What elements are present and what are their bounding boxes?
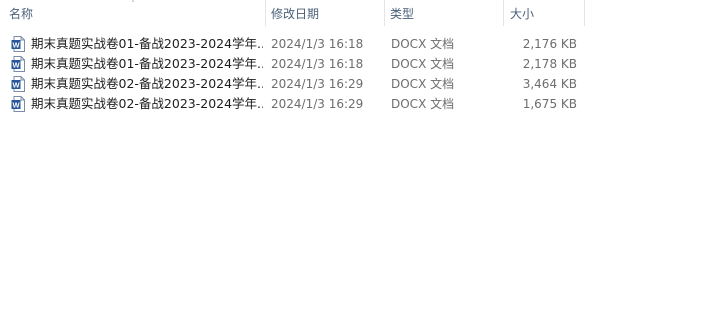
- column-header-modified[interactable]: 修改日期: [262, 0, 384, 28]
- column-header-size-label: 大小: [510, 7, 535, 21]
- file-modified: 2024/1/3 16:18: [271, 37, 364, 51]
- word-doc-icon: W: [11, 36, 25, 52]
- column-header-type-label: 类型: [390, 7, 415, 21]
- file-row[interactable]: W 期末真题实战卷02-备战2023-2024学年... 2024/1/3 16…: [0, 74, 716, 94]
- svg-text:W: W: [12, 40, 20, 49]
- file-list: W 期末真题实战卷01-备战2023-2024学年... 2024/1/3 16…: [0, 34, 716, 114]
- sort-ascending-icon: ˄: [131, 0, 135, 8]
- svg-text:W: W: [12, 80, 20, 89]
- file-size: 2,178 KB: [522, 57, 577, 71]
- file-modified: 2024/1/3 16:29: [271, 77, 364, 91]
- file-name: 期末真题实战卷01-备战2023-2024学年...: [31, 56, 263, 71]
- file-row[interactable]: W 期末真题实战卷01-备战2023-2024学年... 2024/1/3 16…: [0, 34, 716, 54]
- file-type: DOCX 文档: [391, 57, 455, 71]
- column-header-type[interactable]: 类型: [381, 0, 503, 28]
- column-header-size[interactable]: 大小: [501, 0, 585, 28]
- column-divider[interactable]: [584, 0, 585, 26]
- file-name: 期末真题实战卷02-备战2023-2024学年...: [31, 96, 263, 111]
- file-size: 1,675 KB: [522, 97, 577, 111]
- file-size: 2,176 KB: [522, 37, 577, 51]
- file-name: 期末真题实战卷01-备战2023-2024学年...: [31, 36, 263, 51]
- column-header-name-label: 名称: [9, 7, 34, 21]
- file-row[interactable]: W 期末真题实战卷02-备战2023-2024学年... 2024/1/3 16…: [0, 94, 716, 114]
- file-row[interactable]: W 期末真题实战卷01-备战2023-2024学年... 2024/1/3 16…: [0, 54, 716, 74]
- file-type: DOCX 文档: [391, 37, 455, 51]
- file-type: DOCX 文档: [391, 77, 455, 91]
- file-size: 3,464 KB: [522, 77, 577, 91]
- file-modified: 2024/1/3 16:29: [271, 97, 364, 111]
- word-doc-icon: W: [11, 96, 25, 112]
- column-header-modified-label: 修改日期: [271, 7, 320, 21]
- svg-text:W: W: [12, 100, 20, 109]
- svg-text:W: W: [12, 60, 20, 69]
- file-type: DOCX 文档: [391, 97, 455, 111]
- word-doc-icon: W: [11, 56, 25, 72]
- file-name: 期末真题实战卷02-备战2023-2024学年...: [31, 76, 263, 91]
- word-doc-icon: W: [11, 76, 25, 92]
- column-header-bar: 名称 ˄ 修改日期 类型 大小: [0, 0, 716, 28]
- file-modified: 2024/1/3 16:18: [271, 57, 364, 71]
